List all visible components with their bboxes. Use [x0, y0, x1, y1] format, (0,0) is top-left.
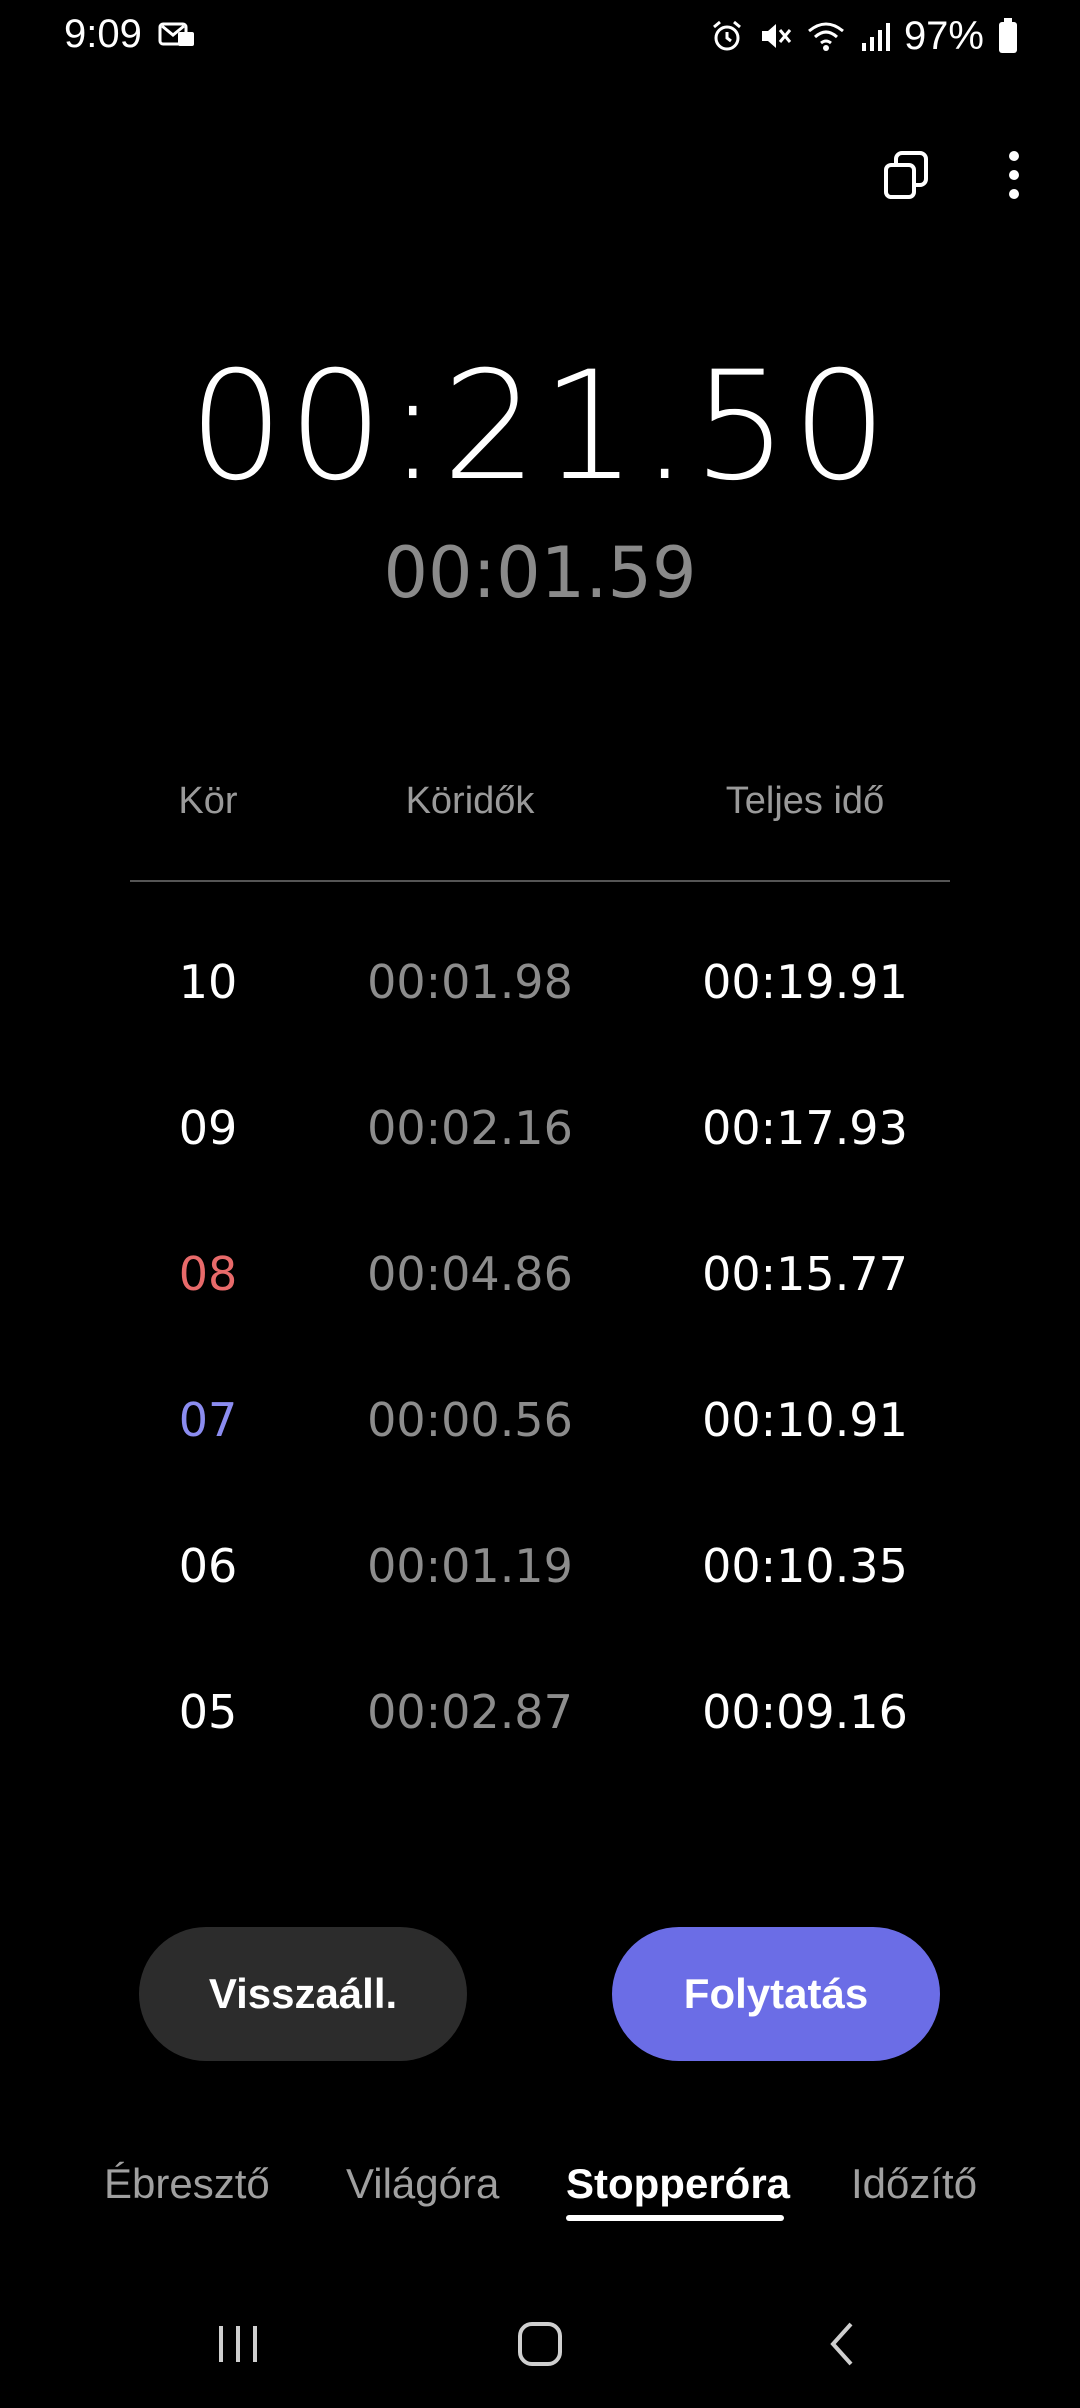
- lap-number: 06: [178, 1539, 238, 1593]
- table-row: 06 00:01.19 00:10.35: [0, 1539, 1080, 1619]
- lap-split: 00:01.98: [367, 955, 573, 1009]
- table-row: 09 00:02.16 00:17.93: [0, 1101, 1080, 1181]
- popup-window-icon[interactable]: [876, 140, 936, 210]
- lap-number: 07: [178, 1393, 238, 1447]
- recent-apps-icon[interactable]: [198, 2314, 278, 2374]
- reset-button[interactable]: Visszaáll.: [139, 1927, 467, 2061]
- lap-number: 10: [178, 955, 238, 1009]
- tab-world-clock[interactable]: Világóra: [346, 2160, 499, 2208]
- status-bar: 9:09 97%: [0, 0, 1080, 70]
- wifi-icon: [806, 19, 846, 53]
- table-row: 07 00:00.56 00:10.91: [0, 1393, 1080, 1473]
- lap-number: 05: [178, 1685, 238, 1739]
- header-total: Teljes idő: [725, 780, 885, 822]
- lap-total: 00:10.35: [702, 1539, 908, 1593]
- tab-timer[interactable]: Időzítő: [851, 2160, 977, 2208]
- lap-split: 00:02.16: [367, 1101, 573, 1155]
- lap-number: 08: [178, 1247, 238, 1301]
- signal-icon: [860, 19, 890, 53]
- tab-stopwatch[interactable]: Stopperóra: [566, 2160, 790, 2208]
- active-tab-indicator: [566, 2215, 784, 2221]
- table-row: 08 00:04.86 00:15.77: [0, 1247, 1080, 1327]
- resume-button[interactable]: Folytatás: [612, 1927, 940, 2061]
- status-icons: 97%: [710, 12, 1018, 60]
- lap-total: 00:19.91: [702, 955, 908, 1009]
- alarm-icon: [710, 19, 744, 53]
- tab-alarm[interactable]: Ébresztő: [104, 2160, 270, 2208]
- status-time: 9:09: [64, 12, 142, 56]
- more-options-icon[interactable]: [984, 140, 1044, 210]
- table-row: 05 00:02.87 00:09.16: [0, 1685, 1080, 1765]
- home-icon[interactable]: [500, 2314, 580, 2374]
- header-lap: Kör: [178, 780, 238, 822]
- table-row: 10 00:01.98 00:19.91: [0, 955, 1080, 1035]
- lap-number: 09: [178, 1101, 238, 1155]
- lap-total: 00:17.93: [702, 1101, 908, 1155]
- message-icon: [158, 18, 196, 50]
- main-time-display: 00:21.50: [188, 340, 892, 514]
- mute-icon: [758, 19, 792, 53]
- lap-split: 00:04.86: [367, 1247, 573, 1301]
- lap-split: 00:02.87: [367, 1685, 573, 1739]
- lap-split: 00:00.56: [367, 1393, 573, 1447]
- battery-percentage: 97%: [903, 13, 984, 58]
- lap-split: 00:01.19: [367, 1539, 573, 1593]
- divider: [130, 880, 950, 882]
- current-lap-time: 00:01.59: [383, 532, 697, 614]
- top-actions: [876, 140, 1044, 210]
- lap-table-header: Kör Köridők Teljes idő: [0, 780, 1080, 840]
- navigation-bar: [0, 2300, 1080, 2390]
- lap-total: 00:09.16: [702, 1685, 908, 1739]
- bottom-tabs: Ébresztő Világóra Stopperóra Időzítő: [0, 2160, 1080, 2240]
- header-split: Köridők: [405, 780, 535, 822]
- lap-total: 00:10.91: [702, 1393, 908, 1447]
- battery-icon: [998, 18, 1018, 54]
- back-icon[interactable]: [802, 2314, 882, 2374]
- lap-total: 00:15.77: [702, 1247, 908, 1301]
